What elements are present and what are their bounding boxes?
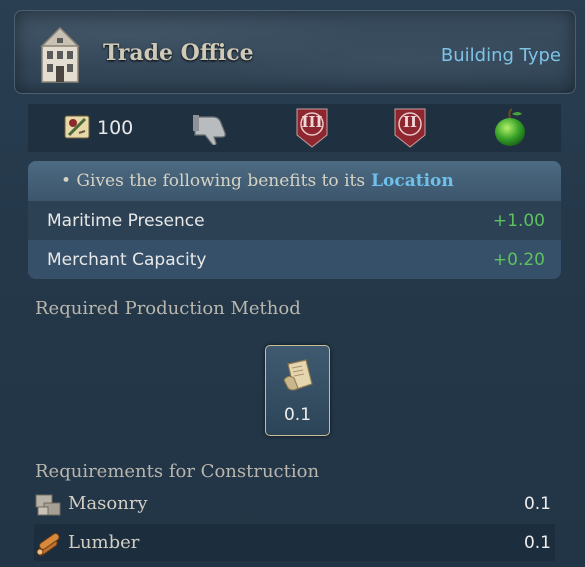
building-title: Trade Office: [103, 40, 254, 66]
benefit-label: Maritime Presence: [47, 210, 205, 231]
stats-row: 100 III II: [28, 104, 561, 152]
requirement-name: Lumber: [68, 532, 140, 553]
construction-cost-icon: [64, 115, 90, 139]
food-stat[interactable]: [492, 104, 528, 152]
benefit-row: Merchant Capacity +0.20: [28, 240, 561, 279]
requirement-value: 0.1: [523, 493, 551, 514]
benefits-intro: • Gives the following benefits to its: [61, 171, 366, 191]
thumbs-down-icon: [193, 115, 226, 145]
benefit-row: Maritime Presence +1.00: [28, 201, 561, 240]
requirement-row[interactable]: Lumber 0.1: [34, 524, 555, 561]
thumbs-stat[interactable]: [191, 104, 231, 152]
masonry-icon: [35, 494, 61, 515]
tier-label: II: [402, 113, 418, 131]
requirement-value: 0.1: [523, 532, 551, 553]
tier-stat-b[interactable]: II: [393, 104, 427, 152]
green-apple-icon: [495, 108, 525, 146]
location-link[interactable]: Location: [371, 171, 454, 191]
requirement-row[interactable]: Masonry 0.1: [34, 485, 555, 522]
building-tooltip: Trade Office Building Type 100 III II • …: [0, 0, 585, 567]
benefit-value: +1.00: [492, 210, 545, 231]
benefit-label: Merchant Capacity: [47, 249, 207, 270]
tier-shield-icon: II: [393, 107, 427, 149]
townhouse-icon: [40, 26, 80, 83]
benefit-value: +0.20: [492, 249, 545, 270]
production-method-label: Required Production Method: [35, 298, 301, 319]
requirement-name: Masonry: [68, 493, 148, 514]
requirements-label: Requirements for Construction: [35, 461, 320, 482]
cost-stat[interactable]: 100: [63, 104, 133, 152]
tier-shield-icon: III: [295, 107, 329, 149]
benefits-header: • Gives the following benefits to its Lo…: [28, 161, 561, 201]
cost-value: 100: [97, 117, 134, 139]
production-method-card[interactable]: 0.1: [265, 345, 330, 436]
paper-scroll-icon: [283, 359, 313, 391]
building-type-link[interactable]: Building Type: [441, 45, 561, 66]
benefits-box: • Gives the following benefits to its Lo…: [28, 161, 561, 279]
tier-label: III: [301, 113, 323, 131]
production-method-value: 0.1: [283, 405, 312, 425]
tier-stat-a[interactable]: III: [295, 104, 329, 152]
lumber-icon: [36, 532, 60, 556]
